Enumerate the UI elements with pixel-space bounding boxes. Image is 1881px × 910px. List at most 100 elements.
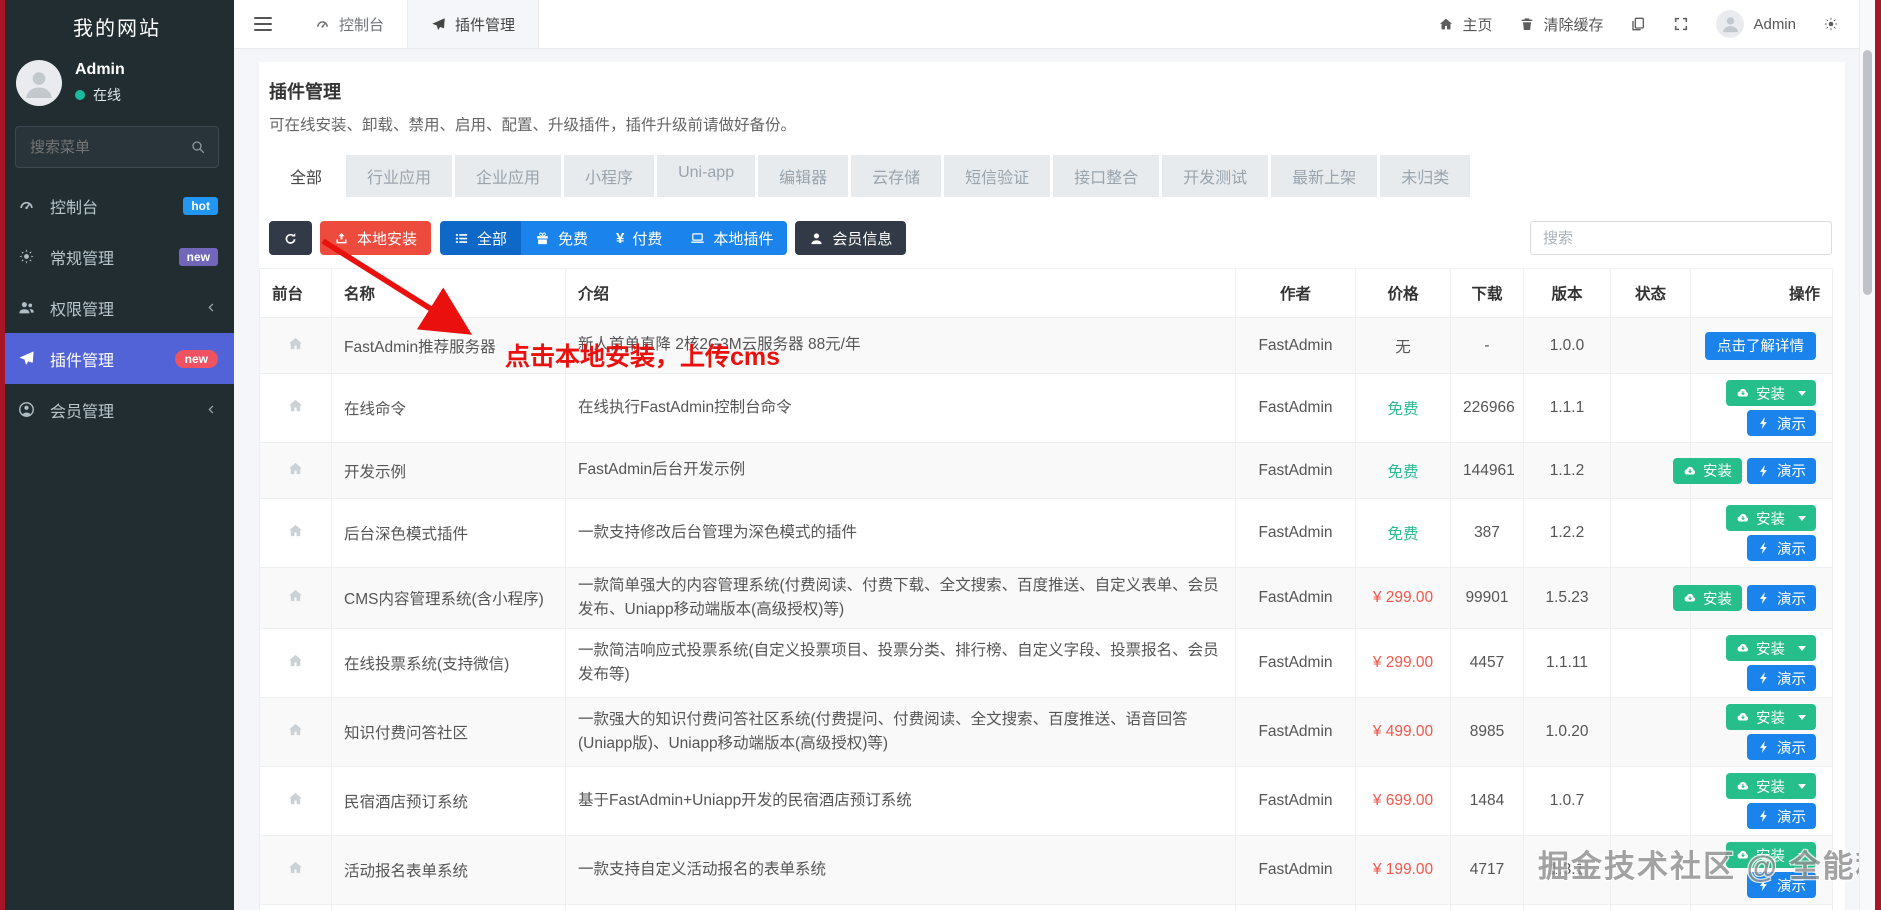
frontend-home-icon[interactable]	[287, 721, 304, 738]
sidebar-item-label: 常规管理	[50, 250, 115, 268]
plugin-author: FastAdmin	[1235, 317, 1356, 374]
plugin-author: FastAdmin	[1235, 566, 1356, 630]
bolt-icon	[1757, 591, 1771, 605]
category-tab-3[interactable]: 企业应用	[455, 155, 562, 197]
scrollbar-track[interactable]	[1859, 0, 1875, 910]
plugin-intro: FastAdmin后台开发示例	[565, 442, 1236, 499]
frontend-home-icon[interactable]	[287, 587, 304, 604]
member-info-button[interactable]: 会员信息	[795, 221, 907, 255]
cloud-download-icon	[1736, 710, 1750, 724]
detail-button[interactable]: 点击了解详情	[1705, 331, 1816, 360]
frontend-home-icon[interactable]	[287, 652, 304, 669]
install-button[interactable]: 安装	[1673, 457, 1742, 484]
plugin-price: 免费	[1355, 373, 1451, 443]
sidebar-item-label: 插件管理	[50, 352, 115, 370]
scrollbar-thumb[interactable]	[1862, 50, 1872, 295]
table-header-row: 前台 名称 介绍 作者 价格 下载 版本 状态 操作	[259, 268, 1833, 318]
bolt-icon	[1757, 671, 1771, 685]
col-status: 状态	[1610, 268, 1691, 318]
frontend-home-icon[interactable]	[287, 859, 304, 876]
plugin-search-input[interactable]	[1530, 221, 1832, 255]
page-title: 插件管理	[269, 82, 341, 102]
demo-button[interactable]: 演示	[1747, 585, 1816, 612]
sidebar-item-2[interactable]: 常规管理 new	[0, 231, 234, 282]
user-menu[interactable]: Admin	[1716, 10, 1796, 38]
toolbar: 本地安装 全部 免费 ¥ 付费 本地插件 会员信息 搜索	[269, 221, 1832, 255]
screenshot-frame-right	[1875, 0, 1881, 910]
main-content: 插件管理 可在线安装、卸载、禁用、启用、配置、升级插件，插件升级前请做好备份。 …	[234, 48, 1881, 910]
paper-plane-icon	[431, 17, 446, 32]
install-button[interactable]: 安装	[1726, 704, 1816, 731]
yen-icon: ¥	[616, 229, 625, 247]
annotation-text: 点击本地安装，上传cms	[505, 343, 781, 371]
home-link[interactable]: 主页	[1438, 14, 1492, 35]
frontend-home-icon[interactable]	[287, 335, 304, 352]
chevron-left-icon	[205, 301, 218, 314]
category-tab-12[interactable]: 未归类	[1380, 155, 1471, 197]
table-row: FastAdmin推荐服务器 新人首单直降 2核2G3M云服务器 88元/年 F…	[259, 317, 1833, 374]
category-tab-1[interactable]: 全部	[269, 155, 344, 197]
category-tab-11[interactable]: 最新上架	[1271, 155, 1378, 197]
category-tab-2[interactable]: 行业应用	[346, 155, 453, 197]
demo-button[interactable]: 演示	[1747, 410, 1816, 436]
demo-button[interactable]: 演示	[1747, 803, 1816, 830]
col-author: 作者	[1235, 268, 1356, 318]
demo-button[interactable]: 演示	[1747, 734, 1816, 761]
plugin-author: FastAdmin	[1235, 835, 1356, 906]
status-badge: new	[178, 247, 218, 266]
install-button[interactable]: 安装	[1726, 635, 1816, 662]
sidebar-item-3[interactable]: 权限管理	[0, 282, 234, 333]
frontend-home-icon[interactable]	[287, 790, 304, 807]
plugin-version: 1.5.23	[1523, 566, 1611, 630]
clear-cache-link[interactable]: 清除缓存	[1519, 14, 1603, 35]
sidebar-item-5[interactable]: 会员管理	[0, 384, 234, 435]
frontend-home-icon[interactable]	[287, 460, 304, 477]
plugin-author: 前海万联	[1235, 904, 1356, 910]
plugin-version: 1.1.8	[1523, 904, 1611, 910]
copy-icon[interactable]	[1630, 16, 1646, 32]
menu-search-input[interactable]	[28, 137, 182, 157]
gears-icon	[16, 248, 37, 265]
demo-button[interactable]: 演示	[1747, 457, 1816, 484]
install-button[interactable]: 安装	[1673, 585, 1742, 612]
laptop-icon	[690, 231, 705, 246]
hamburger-menu-icon[interactable]	[234, 0, 292, 48]
frontend-home-icon[interactable]	[287, 522, 304, 539]
clear-cache-label: 清除缓存	[1543, 16, 1604, 34]
category-tab-10[interactable]: 开发测试	[1162, 155, 1269, 197]
category-tab-4[interactable]: 小程序	[564, 155, 655, 197]
filter-paid-button[interactable]: ¥ 付费	[602, 221, 677, 255]
local-install-button[interactable]: 本地安装	[320, 221, 432, 255]
demo-button[interactable]: 演示	[1747, 665, 1816, 692]
filter-free-button[interactable]: 免费	[521, 221, 603, 255]
gauge-icon	[315, 17, 330, 32]
refresh-button[interactable]	[269, 221, 312, 255]
tab-1[interactable]: 控制台	[292, 0, 407, 48]
plugin-price: 免费	[1355, 498, 1451, 568]
plugin-name: 民宿酒店预订系统	[331, 766, 566, 837]
install-button[interactable]: 安装	[1726, 505, 1816, 531]
plugin-intro: 一款支持自定义活动报名的表单系统	[565, 835, 1236, 906]
users-icon	[16, 299, 37, 316]
filter-local-plugins-button[interactable]: 本地插件	[676, 221, 788, 255]
filter-all-button[interactable]: 全部	[440, 221, 522, 255]
frontend-home-icon[interactable]	[287, 397, 304, 414]
settings-gear-icon[interactable]	[1823, 16, 1839, 32]
tab-2[interactable]: 插件管理	[407, 0, 540, 48]
sidebar-item-4[interactable]: 插件管理 new	[0, 333, 234, 384]
category-tab-9[interactable]: 接口整合	[1053, 155, 1160, 197]
online-dot-icon	[75, 90, 85, 100]
sidebar-item-label: 会员管理	[50, 403, 115, 421]
category-tab-7[interactable]: 云存储	[851, 155, 942, 197]
search-icon[interactable]	[190, 139, 206, 155]
fullscreen-icon[interactable]	[1673, 16, 1689, 32]
category-tab-5[interactable]: Uni-app	[657, 155, 756, 197]
install-button[interactable]: 安装	[1726, 773, 1816, 800]
plugin-downloads: 1484	[1450, 766, 1524, 837]
install-button[interactable]: 安装	[1726, 380, 1816, 406]
list-icon	[454, 231, 469, 246]
demo-button[interactable]: 演示	[1747, 535, 1816, 561]
category-tab-8[interactable]: 短信验证	[944, 155, 1051, 197]
category-tab-6[interactable]: 编辑器	[758, 155, 849, 197]
sidebar-item-1[interactable]: 控制台 hot	[0, 180, 234, 231]
